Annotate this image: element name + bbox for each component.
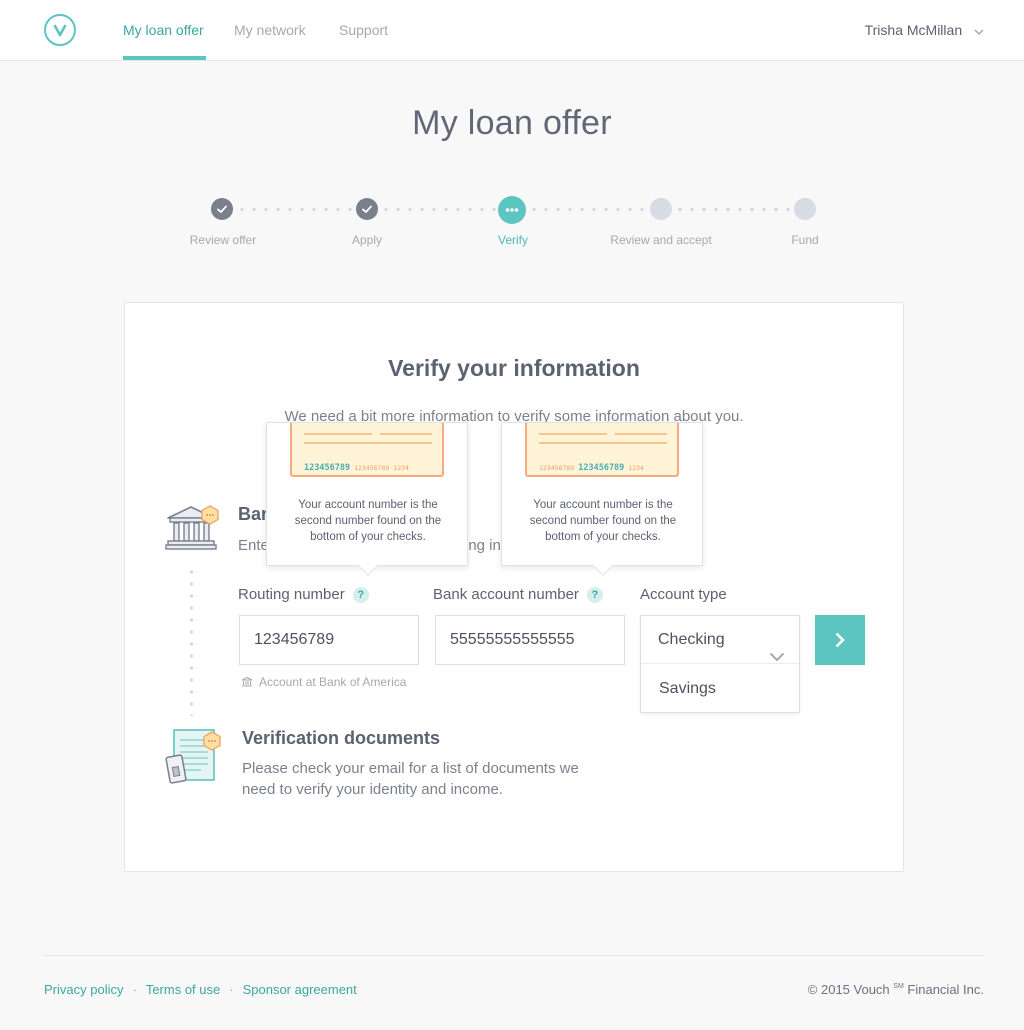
check-routing-number: 123456789 bbox=[539, 464, 575, 472]
bank-section-text-right: ing in bbox=[465, 537, 501, 554]
routing-help-icon[interactable]: ? bbox=[352, 587, 369, 603]
card-title: Verify your information bbox=[388, 355, 640, 381]
routing-number-label-text: Routing number bbox=[238, 586, 345, 603]
step-label-apply: Apply bbox=[351, 233, 383, 247]
check-line bbox=[539, 442, 667, 444]
next-button[interactable] bbox=[815, 615, 865, 665]
check-illustration: 123456789 123456789 1234 bbox=[525, 423, 679, 477]
bank-section-text-left: Ente bbox=[238, 537, 269, 554]
account-number-input[interactable]: 55555555555555 bbox=[435, 615, 625, 665]
account-type-label: Account type bbox=[640, 586, 727, 603]
check-numbers: 123456789 123456789 1234 bbox=[304, 455, 413, 474]
routing-number-input[interactable]: 123456789 bbox=[239, 615, 419, 665]
document-card-icon bbox=[165, 728, 223, 793]
step-apply-check-icon bbox=[356, 198, 378, 220]
active-nav-underline bbox=[123, 56, 206, 60]
check-line bbox=[380, 433, 432, 435]
bank-hint-text: Account at Bank of America bbox=[259, 675, 407, 689]
section-timeline bbox=[190, 566, 193, 716]
user-menu[interactable]: Trisha McMillan bbox=[865, 22, 984, 38]
account-number-label: Bank account number? bbox=[433, 586, 603, 603]
check-line bbox=[615, 433, 667, 435]
nav-support[interactable]: Support bbox=[339, 22, 388, 38]
copyright-suffix: Financial Inc. bbox=[903, 982, 984, 997]
chevron-right-icon bbox=[835, 632, 845, 648]
footer-separator: · bbox=[229, 982, 234, 997]
page-title: My loan offer bbox=[412, 104, 612, 142]
nav-my-loan-offer[interactable]: My loan offer bbox=[123, 22, 204, 38]
check-account-number: 123456789 bbox=[578, 463, 625, 473]
routing-number-label: Routing number? bbox=[238, 586, 369, 603]
account-number-label-text: Bank account number bbox=[433, 586, 579, 603]
tooltip-text: Your account number is the second number… bbox=[529, 499, 677, 543]
footer-divider bbox=[44, 955, 984, 956]
service-mark: SM bbox=[893, 983, 904, 990]
step-label-verify: Verify bbox=[497, 233, 528, 247]
privacy-policy-link[interactable]: Privacy policy bbox=[44, 982, 123, 997]
vouch-logo-icon[interactable] bbox=[44, 14, 76, 46]
step-connector bbox=[380, 208, 498, 211]
account-type-option-savings[interactable]: Savings bbox=[641, 665, 799, 713]
documents-section-title: Verification documents bbox=[242, 728, 441, 748]
check-routing-number: 123456789 bbox=[304, 463, 351, 473]
check-numbers: 123456789 123456789 1234 bbox=[539, 455, 648, 474]
step-connector bbox=[236, 208, 356, 211]
footer-separator: · bbox=[132, 982, 137, 997]
check-check-number: 1234 bbox=[393, 464, 409, 472]
step-label-review-accept: Review and accept bbox=[610, 233, 712, 247]
top-nav-bar: My loan offer My network Support Trisha … bbox=[0, 0, 1024, 61]
step-connector bbox=[674, 208, 794, 211]
documents-text-line1: Please check your email for a list of do… bbox=[242, 760, 579, 777]
chevron-down-icon bbox=[974, 22, 984, 38]
documents-section-text: Please check your email for a list of do… bbox=[242, 758, 579, 800]
check-check-number: 1234 bbox=[628, 464, 644, 472]
step-review-accept-dot bbox=[650, 198, 672, 220]
account-type-selected[interactable]: Checking bbox=[641, 616, 799, 664]
routing-help-tooltip: 123456789 123456789 1234 Your account numb… bbox=[266, 422, 468, 576]
check-line bbox=[304, 433, 372, 435]
user-name: Trisha McMillan bbox=[864, 22, 963, 38]
check-line bbox=[539, 433, 607, 435]
check-line bbox=[304, 442, 432, 444]
step-verify-dots-icon bbox=[498, 196, 526, 224]
nav-my-network[interactable]: My network bbox=[234, 22, 306, 38]
small-bank-icon bbox=[241, 676, 253, 687]
terms-of-use-link[interactable]: Terms of use bbox=[146, 982, 220, 997]
copyright-prefix: © 2015 Vouch bbox=[807, 982, 890, 997]
step-label-fund: Fund bbox=[791, 233, 819, 247]
step-connector bbox=[528, 208, 652, 211]
check-illustration: 123456789 123456789 1234 bbox=[290, 423, 444, 477]
account-help-tooltip: 123456789 123456789 1234 Your account numb… bbox=[501, 422, 703, 576]
account-help-icon[interactable]: ? bbox=[586, 587, 603, 603]
copyright: © 2015 Vouch SM Financial Inc. bbox=[808, 982, 984, 997]
tooltip-text: Your account number is the second number… bbox=[294, 499, 442, 543]
account-type-select[interactable]: Checking Savings bbox=[640, 615, 800, 713]
bank-hint: Account at Bank of America bbox=[241, 675, 406, 689]
documents-text-line2: need to verify your identity and income. bbox=[242, 781, 503, 798]
bank-building-icon bbox=[165, 504, 221, 557]
step-label-review-offer: Review offer bbox=[189, 233, 257, 247]
account-type-selected-text: Checking bbox=[658, 631, 725, 648]
step-review-offer-check-icon bbox=[211, 198, 233, 220]
check-account-number: 123456789 bbox=[354, 464, 390, 472]
step-fund-dot bbox=[794, 198, 816, 220]
sponsor-agreement-link[interactable]: Sponsor agreement bbox=[243, 982, 357, 997]
footer-links: Privacy policy · Terms of use · Sponsor agre… bbox=[44, 982, 357, 997]
